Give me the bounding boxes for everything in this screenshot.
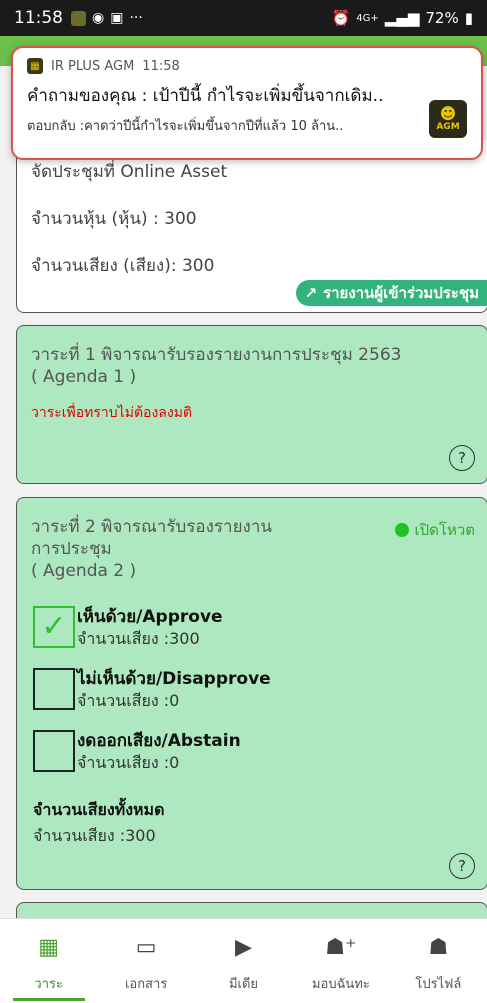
active-tab-indicator [12,998,85,1001]
agenda-card-2: วาระที่ 2 พิจารณารับรองรายงาน การประชุม … [16,497,487,890]
abstain-checkbox[interactable] [33,730,75,772]
agenda-1-subtitle: ( Agenda 1 ) [31,367,137,387]
notification-title: คำถามของคุณ : เป้าปีนี้ กำไรจะเพิ่มขึ้นจ… [27,86,384,106]
total-votes-label: จำนวนเสียงทั้งหมด [33,800,165,819]
agenda-1-title: วาระที่ 1 พิจารณารับรองรายงานการประชุม 2… [31,345,402,365]
vote-count: จำนวนเสียง (เสียง): 300 [31,256,215,276]
battery-icon: ▮ [464,9,473,27]
vote-open-label: เปิดโหวต [414,521,476,539]
status-dot-icon [394,523,409,537]
approve-label: เห็นด้วย/Approve [77,607,223,627]
nav-item-agenda[interactable]: ▦ วาระ [0,919,97,1003]
app-notification-icon [71,10,86,26]
vote-option-approve[interactable]: ✓ เห็นด้วย/Approve จำนวนเสียง :300 [33,606,223,650]
help-icon[interactable]: ? [449,853,475,879]
notification-app-name: IR PLUS AGM [51,58,135,74]
agenda-1-note: วาระเพื่อทราบไม่ต้องลงมติ [31,405,193,421]
attendee-report-button[interactable]: ↗ รายงานผู้เข้าร่วมประชุม [296,280,487,306]
heads-up-notification[interactable]: ▦ IR PLUS AGM 11:58 คำถามของคุณ : เป้าปี… [11,46,483,160]
status-notification-icons: ◉ ▣ ··· [71,10,143,26]
more-dots-icon: ··· [129,10,143,26]
alarm-icon: ⏰ [331,9,351,27]
notification-time: 11:58 [142,58,180,74]
nav-item-documents[interactable]: ▭ เอกสาร [97,919,194,1003]
profile-icon: ☗ [428,934,449,960]
approve-checkbox[interactable]: ✓ [33,606,75,648]
media-player-icon: ▶ [235,934,252,960]
help-icon[interactable]: ? [449,445,475,471]
meeting-location: จัดประชุมที่ Online Asset [31,162,228,182]
calendar-clock-icon: ▦ [38,934,60,960]
approve-votes: จำนวนเสียง :300 [77,629,200,648]
agm-logo-text: AGM [436,122,460,132]
disapprove-checkbox[interactable] [33,668,75,710]
vote-option-disapprove[interactable]: ไม่เห็นด้วย/Disapprove จำนวนเสียง :0 [33,668,271,712]
nav-item-profile[interactable]: ☗ โปรไฟล์ [390,919,487,1003]
messenger-icon: ◉ [92,10,105,26]
people-globe-icon: ☻ [439,104,457,123]
bottom-navigation: ▦ วาระ ▭ เอกสาร ▶ มีเดีย ☗⁺ มอบฉันทะ ☗ โ… [0,918,487,1003]
abstain-label: งดออกเสียง/Abstain [77,731,241,751]
share-count: จำนวนหุ้น (หุ้น) : 300 [31,209,197,229]
nav-label-agenda: วาระ [34,977,63,992]
battery-level: 72% [425,9,459,27]
checkmark-icon: ✓ [41,609,67,644]
agm-app-icon: ▦ [27,58,43,74]
total-votes-value: จำนวนเสียง :300 [33,826,156,845]
disapprove-votes: จำนวนเสียง :0 [77,691,180,710]
notification-body: ตอบกลับ :คาดว่าปีนี้กำไรจะเพิ่มขึ้นจากปี… [27,119,344,134]
nav-label-proxy: มอบฉันทะ [311,977,370,992]
agenda-card-1[interactable]: วาระที่ 1 พิจารณารับรองรายงานการประชุม 2… [16,325,487,484]
status-right: ⏰ 4G+ ▂▄▆ 72% ▮ [332,9,473,27]
network-type: 4G+ [356,12,379,24]
nav-label-media: มีเดีย [228,977,259,992]
nav-item-media[interactable]: ▶ มีเดีย [195,919,292,1003]
meeting-info-card: จัดประชุมที่ Online Asset จำนวนหุ้น (หุ้… [16,140,487,313]
status-time: 11:58 [14,8,63,28]
chart-trend-icon: ↗ [304,284,318,302]
notification-header: ▦ IR PLUS AGM 11:58 [27,58,467,74]
agenda-2-subtitle: ( Agenda 2 ) [31,561,137,581]
attendee-report-label: รายงานผู้เข้าร่วมประชุม [323,284,479,302]
disapprove-label: ไม่เห็นด้วย/Disapprove [77,669,271,689]
vote-open-status: เปิดโหวต [394,518,476,542]
nav-label-documents: เอกสาร [124,977,168,992]
bag-icon: ▣ [110,10,124,26]
nav-item-proxy[interactable]: ☗⁺ มอบฉันทะ [292,919,389,1003]
nav-label-profile: โปรไฟล์ [415,977,462,992]
signal-icon: ▂▄▆ [384,9,420,27]
status-bar: 11:58 ◉ ▣ ··· ⏰ 4G+ ▂▄▆ 72% ▮ [0,0,487,36]
abstain-votes: จำนวนเสียง :0 [77,753,180,772]
folder-icon: ▭ [135,934,157,960]
agm-logo: ☻ AGM [429,100,467,138]
vote-option-abstain[interactable]: งดออกเสียง/Abstain จำนวนเสียง :0 [33,730,241,774]
add-user-icon: ☗⁺ [325,934,357,960]
